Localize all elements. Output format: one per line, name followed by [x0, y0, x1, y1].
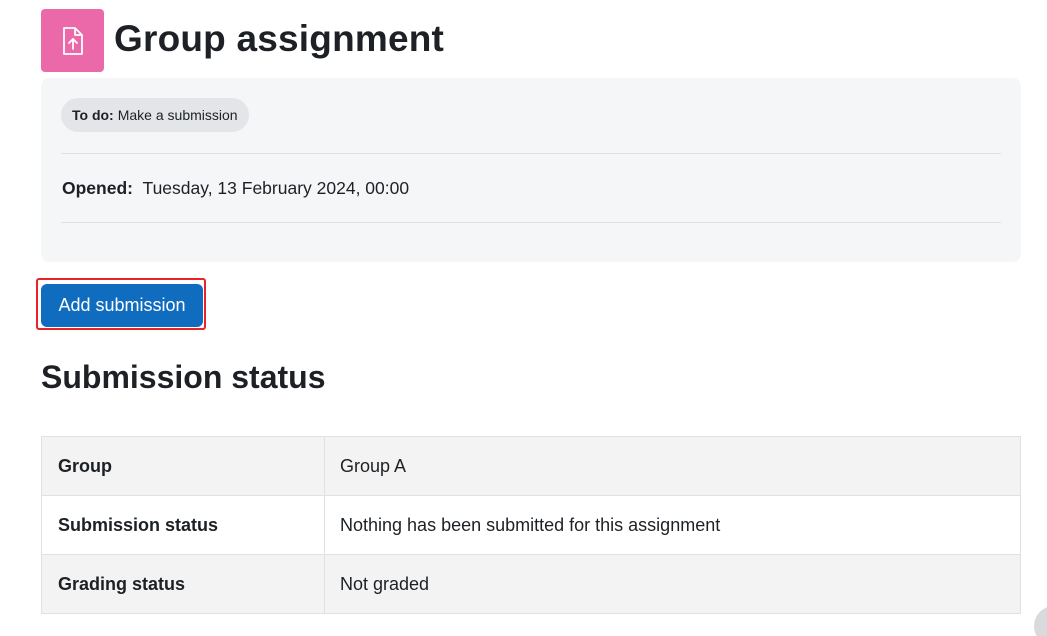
add-submission-button[interactable]: Add submission: [41, 284, 203, 327]
divider: [61, 222, 1001, 223]
row-label: Group: [41, 436, 325, 496]
table-row: Grading status Not graded: [41, 554, 1021, 614]
divider: [61, 153, 1001, 154]
page-header: Group assignment: [41, 9, 444, 72]
submission-status-table: Group Group A Submission status Nothing …: [41, 436, 1021, 614]
todo-value: Make a submission: [117, 107, 238, 123]
opened-date: Opened: Tuesday, 13 February 2024, 00:00: [62, 178, 409, 199]
table-row: Submission status Nothing has been submi…: [41, 495, 1021, 555]
file-upload-icon: [41, 9, 104, 72]
help-button-edge[interactable]: [1034, 606, 1047, 636]
submission-status-heading: Submission status: [41, 359, 326, 395]
row-label: Grading status: [41, 554, 325, 614]
row-label: Submission status: [41, 495, 325, 555]
row-value: Not graded: [324, 554, 1021, 614]
file-upload-icon-glyph: [62, 26, 83, 55]
page-title: Group assignment: [114, 18, 445, 59]
todo-key: To do:: [72, 107, 114, 123]
row-value: Nothing has been submitted for this assi…: [324, 495, 1021, 555]
row-value: Group A: [324, 436, 1021, 496]
table-row: Group Group A: [41, 436, 1021, 496]
todo-badge: To do: Make a submission: [61, 98, 249, 132]
opened-value: Tuesday, 13 February 2024, 00:00: [142, 178, 410, 198]
assignment-page: Group assignment To do: Make a submissio…: [0, 0, 1047, 636]
activity-information: To do: Make a submission Opened: Tuesday…: [41, 78, 1021, 262]
opened-key: Opened:: [62, 178, 133, 198]
